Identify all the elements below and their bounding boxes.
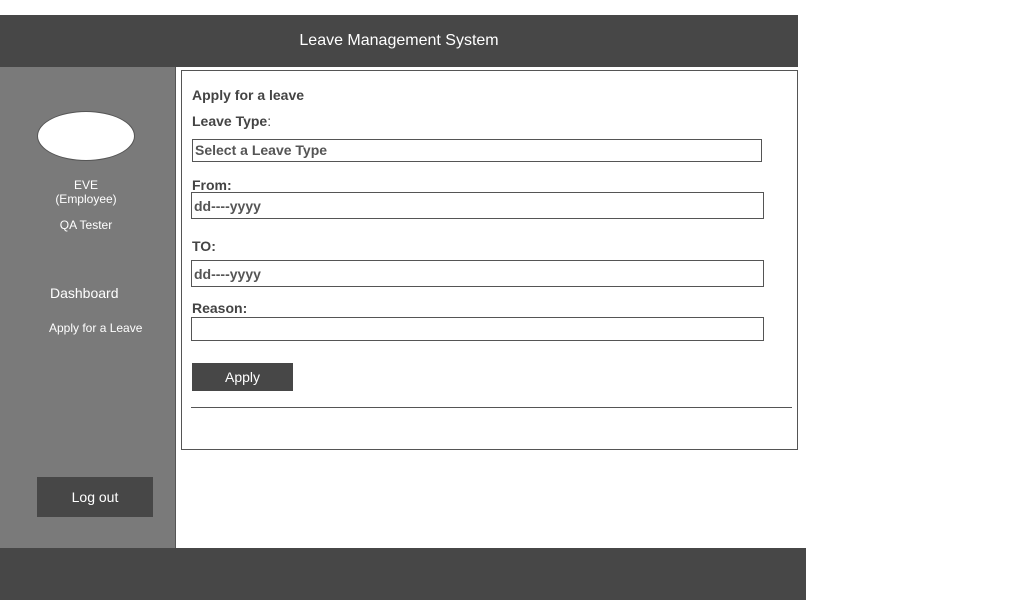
app-title: Leave Management System [299, 32, 499, 49]
leave-type-label: Leave Type: [192, 113, 271, 129]
sidebar-item-apply-leave[interactable]: Apply for a Leave [49, 321, 142, 335]
leave-form-panel: Apply for a leave Leave Type: Select a L… [181, 70, 798, 450]
logout-button[interactable]: Log out [37, 477, 153, 517]
app-header: Leave Management System [0, 15, 798, 67]
leave-type-selected-value: Select a Leave Type [195, 142, 328, 158]
sidebar: EVE (Employee) QA Tester Dashboard Apply… [0, 67, 176, 548]
reason-input[interactable] [191, 317, 764, 341]
to-label: TO: [192, 238, 216, 254]
from-date-input[interactable] [191, 192, 764, 219]
from-label: From: [192, 177, 232, 193]
app-footer [0, 548, 806, 600]
avatar [37, 111, 135, 161]
user-name: EVE [73, 178, 98, 192]
leave-type-select[interactable]: Select a Leave Type [192, 139, 762, 162]
sidebar-item-dashboard[interactable]: Dashboard [50, 285, 119, 301]
user-title: QA Tester [59, 218, 113, 232]
to-date-input[interactable] [191, 260, 764, 287]
form-divider [191, 407, 792, 408]
leave-type-label-text: Leave Type [192, 113, 268, 129]
user-role: (Employee) [55, 192, 117, 206]
apply-button[interactable]: Apply [192, 363, 293, 391]
form-title: Apply for a leave [192, 87, 305, 103]
leave-type-label-colon: : [267, 113, 272, 129]
reason-label: Reason: [192, 300, 248, 316]
